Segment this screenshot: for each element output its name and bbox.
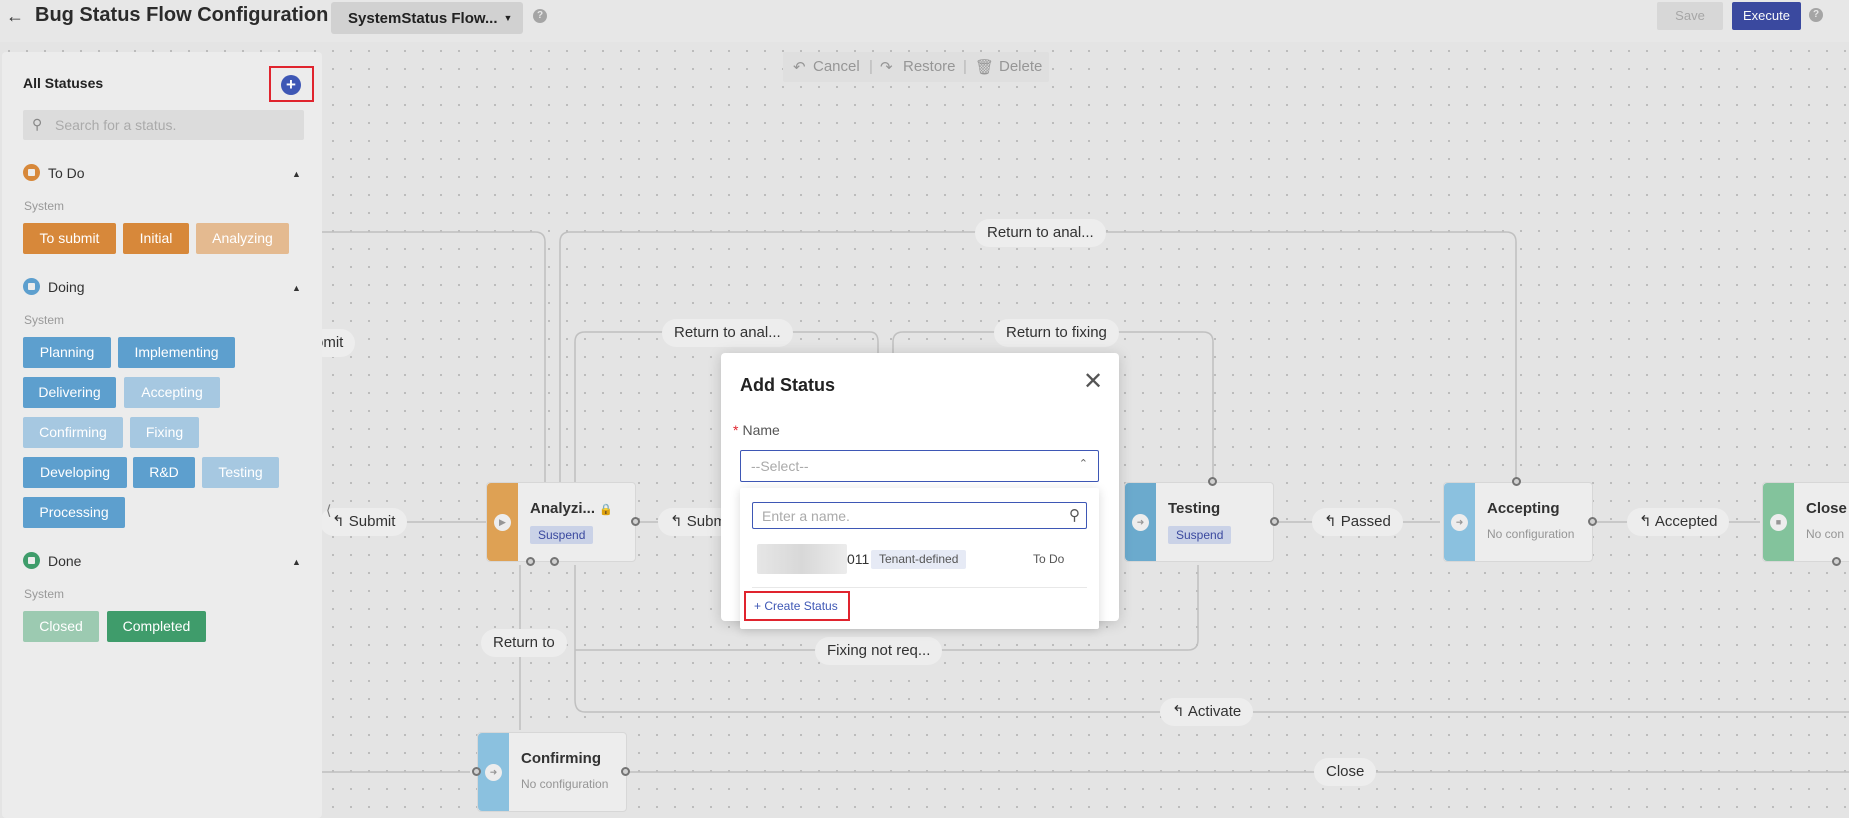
search-icon: ⚲ (32, 116, 43, 132)
add-status-highlight: + (269, 66, 314, 102)
name-search-input[interactable]: Enter a name. ⚲ (752, 502, 1087, 529)
dialog-title: Add Status (740, 375, 836, 395)
arrow-right-icon (23, 278, 40, 295)
status-chip[interactable]: Analyzing (196, 223, 289, 254)
chevron-up-icon[interactable]: ▲ (292, 283, 301, 293)
status-chip[interactable]: Processing (23, 497, 125, 528)
group-done[interactable]: Done (23, 552, 81, 569)
status-chip[interactable]: Completed (107, 611, 206, 642)
collapse-panel-icon[interactable]: ⟨ (326, 502, 331, 519)
search-icon: ⚲ (1069, 507, 1080, 524)
name-dropdown: Enter a name. ⚲ 011 Tenant-defined To Do… (740, 488, 1099, 629)
status-chip[interactable]: Delivering (23, 377, 116, 408)
status-chip[interactable]: Planning (23, 337, 111, 368)
system-label: System (24, 313, 65, 327)
play-icon (23, 164, 40, 181)
status-chip[interactable]: Accepting (124, 377, 220, 408)
divider (752, 587, 1087, 588)
status-chip[interactable]: Fixing (130, 417, 199, 448)
option-tag: Tenant-defined (871, 550, 967, 569)
status-chip[interactable]: Testing (202, 457, 279, 488)
status-chip[interactable]: Implementing (118, 337, 235, 368)
option-name: 011 (847, 551, 870, 567)
status-chip[interactable]: Initial (123, 223, 189, 254)
status-panel: All Statuses + ⚲ Search for a status. To… (2, 52, 322, 818)
plus-icon: + (754, 599, 765, 613)
group-todo[interactable]: To Do (23, 164, 85, 181)
status-chip[interactable]: R&D (133, 457, 195, 488)
status-chip[interactable]: Developing (23, 457, 127, 488)
chevron-up-icon[interactable]: ▲ (292, 557, 301, 567)
name-field-label: * Name (733, 422, 780, 438)
status-chip[interactable]: Closed (23, 611, 99, 642)
status-search-input[interactable]: ⚲ Search for a status. (23, 110, 304, 140)
add-status-button[interactable]: + (281, 75, 301, 95)
redacted-name (757, 544, 847, 574)
close-icon[interactable]: ✕ (1083, 367, 1103, 396)
group-doing[interactable]: Doing (23, 278, 85, 295)
option-type: To Do (1033, 552, 1065, 566)
panel-title: All Statuses (23, 75, 104, 91)
status-chip[interactable]: To submit (23, 223, 116, 254)
name-select[interactable]: --Select-- ⌃ (740, 450, 1099, 482)
dropdown-option[interactable]: 011 Tenant-defined To Do (757, 544, 1082, 574)
system-label: System (24, 199, 65, 213)
stop-icon (23, 552, 40, 569)
chevron-up-icon: ⌃ (1078, 458, 1088, 470)
status-chip[interactable]: Confirming (23, 417, 123, 448)
system-label: System (24, 587, 65, 601)
chevron-up-icon[interactable]: ▲ (292, 169, 301, 179)
create-status-button[interactable]: + Create Status (744, 591, 850, 621)
